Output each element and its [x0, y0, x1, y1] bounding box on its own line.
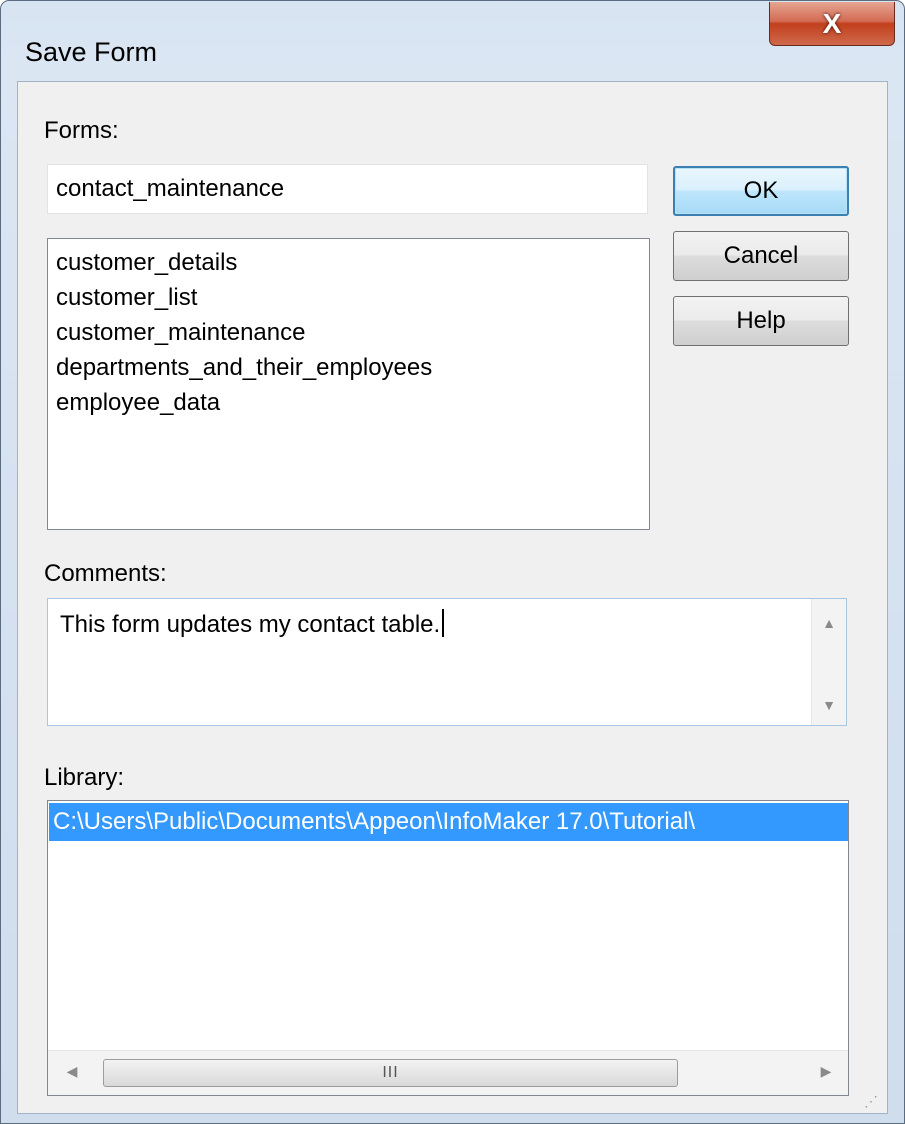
- scroll-left-icon[interactable]: ◀: [62, 1063, 82, 1080]
- help-button-label: Help: [736, 307, 786, 334]
- dialog-body: Forms: contact_maintenance customer_deta…: [17, 81, 888, 1114]
- comments-vertical-scrollbar[interactable]: ▲ ▼: [811, 599, 846, 725]
- scrollbar-thumb[interactable]: III: [103, 1059, 678, 1087]
- list-item[interactable]: customer_maintenance: [48, 315, 649, 350]
- scroll-right-icon[interactable]: ▶: [816, 1063, 836, 1080]
- form-name-value: contact_maintenance: [56, 175, 285, 202]
- ok-button[interactable]: OK: [673, 166, 849, 216]
- thumb-grip: III: [382, 1064, 399, 1081]
- save-form-dialog: Save Form X Forms: contact_maintenance c…: [0, 0, 905, 1124]
- close-icon: X: [822, 7, 842, 39]
- comments-textarea[interactable]: This form updates my contact table. ▲ ▼: [47, 598, 847, 726]
- library-label: Library:: [44, 764, 125, 791]
- close-button[interactable]: X: [769, 2, 895, 46]
- library-list[interactable]: C:\Users\Public\Documents\Appeon\InfoMak…: [47, 800, 849, 1096]
- forms-label: Forms:: [44, 117, 119, 144]
- scroll-up-icon[interactable]: ▲: [812, 615, 846, 631]
- scroll-down-icon[interactable]: ▼: [812, 697, 846, 713]
- dialog-title: Save Form: [25, 37, 158, 67]
- list-item[interactable]: employee_data: [48, 385, 649, 420]
- cancel-button[interactable]: Cancel: [673, 231, 849, 281]
- library-item-selected[interactable]: C:\Users\Public\Documents\Appeon\InfoMak…: [49, 803, 848, 841]
- cancel-button-label: Cancel: [723, 242, 799, 269]
- comments-text: This form updates my contact table.: [60, 611, 441, 638]
- text-cursor: [442, 609, 445, 637]
- list-item[interactable]: customer_details: [48, 245, 649, 280]
- resize-grip-icon[interactable]: ⋰: [864, 1094, 879, 1108]
- list-item[interactable]: customer_list: [48, 280, 649, 315]
- ok-button-label: OK: [743, 177, 779, 204]
- list-item[interactable]: departments_and_their_employees: [48, 350, 649, 385]
- form-name-input[interactable]: contact_maintenance: [47, 164, 648, 214]
- comments-label: Comments:: [44, 560, 167, 587]
- help-button[interactable]: Help: [673, 296, 849, 346]
- library-horizontal-scrollbar[interactable]: ◀ III ▶: [48, 1050, 848, 1095]
- forms-list[interactable]: customer_details customer_list customer_…: [47, 238, 650, 530]
